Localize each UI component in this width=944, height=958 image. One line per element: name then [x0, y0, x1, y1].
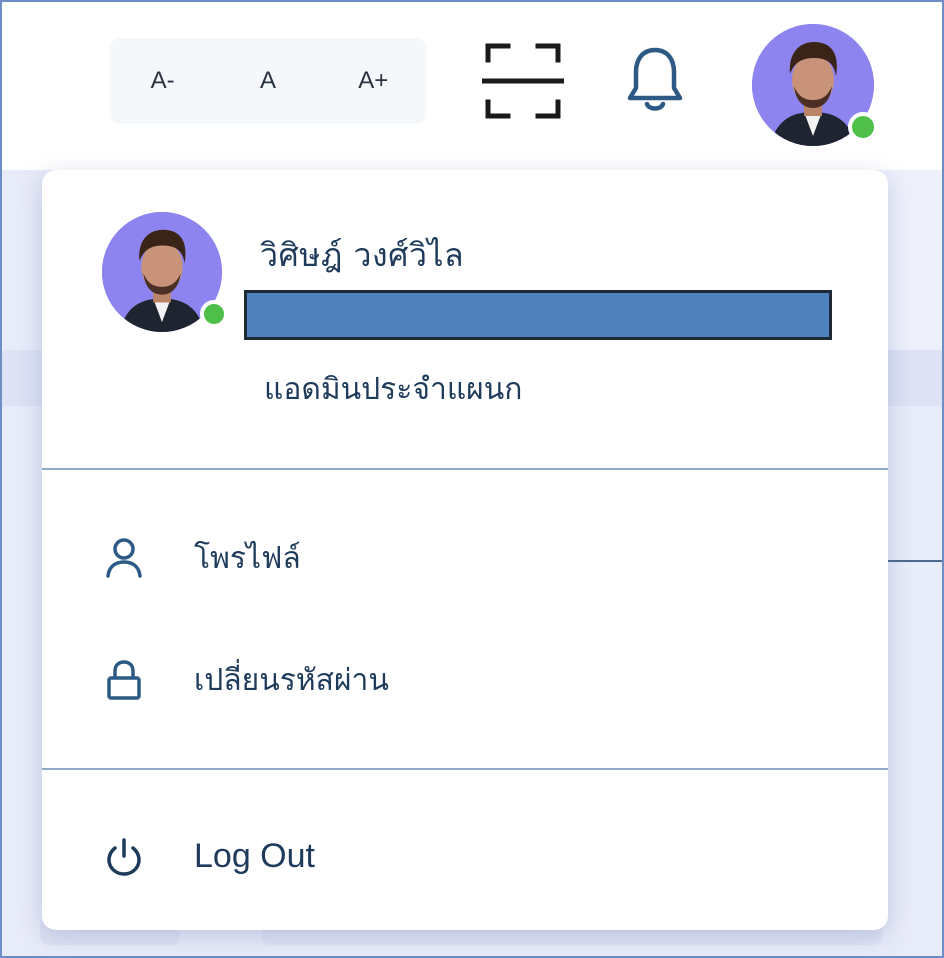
menu-item-label: โพรไฟล์ — [194, 540, 301, 576]
font-reset-button[interactable]: A — [215, 67, 320, 95]
background-panel — [880, 170, 944, 350]
menu-item-label: เปลี่ยนรหัสผ่าน — [194, 662, 389, 698]
font-increase-button[interactable]: A+ — [321, 67, 426, 95]
online-status-dot — [200, 300, 228, 328]
power-icon — [104, 834, 144, 878]
scan-button[interactable] — [482, 38, 564, 124]
bell-icon — [627, 47, 683, 111]
top-bar: A- A A+ — [0, 0, 944, 170]
user-menu-avatar — [102, 212, 228, 332]
notifications-button[interactable] — [624, 44, 686, 114]
font-decrease-button[interactable]: A- — [110, 67, 215, 95]
lock-icon — [104, 658, 144, 702]
menu-divider — [42, 468, 888, 470]
menu-item-change-password[interactable]: เปลี่ยนรหัสผ่าน — [42, 640, 888, 720]
logout-button[interactable]: Log Out — [42, 816, 888, 896]
scan-frame-icon — [482, 43, 564, 119]
menu-item-profile[interactable]: โพรไฟล์ — [42, 518, 888, 598]
user-menu-dropdown: วิศิษฎ์ วงศ์วิไล แอดมินประจำแผนก โพรไฟล์… — [42, 170, 888, 930]
menu-divider — [42, 768, 888, 770]
user-name: วิศิษฎ์ วงศ์วิไล — [260, 236, 465, 274]
logout-label: Log Out — [194, 836, 315, 875]
online-status-dot — [848, 112, 878, 142]
user-role: แอดมินประจำแผนก — [264, 372, 523, 407]
user-avatar-button[interactable] — [752, 24, 878, 146]
user-icon — [104, 536, 144, 580]
redacted-email — [244, 290, 832, 340]
font-size-controls: A- A A+ — [110, 38, 426, 124]
